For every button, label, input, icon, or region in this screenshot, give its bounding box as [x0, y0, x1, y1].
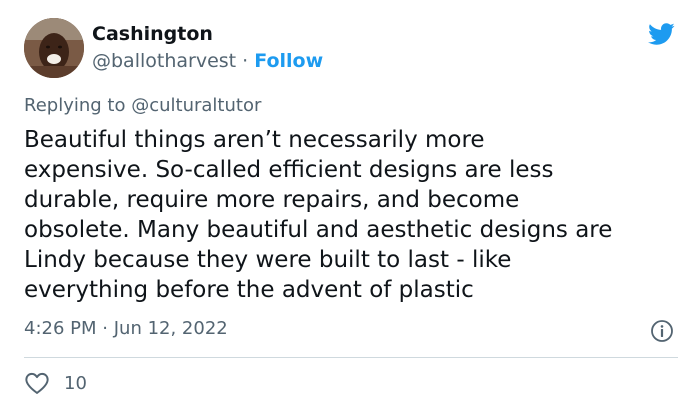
tweet-text-line: everything before the advent of plastic: [24, 277, 474, 303]
info-icon[interactable]: [650, 319, 674, 343]
twitter-bird-icon[interactable]: [645, 20, 677, 48]
tweet-card: Cashington @ballotharvest · Follow Reply…: [0, 0, 700, 410]
replying-to-mention[interactable]: @culturaltutor: [131, 95, 261, 116]
tweet-text-line: obsolete. Many beautiful and aesthetic d…: [24, 217, 613, 243]
replying-to: Replying to @culturaltutor: [24, 95, 261, 116]
tweet-timestamp[interactable]: 4:26 PM · Jun 12, 2022: [24, 318, 228, 339]
follow-button[interactable]: Follow: [254, 50, 323, 72]
heart-icon: [25, 372, 49, 394]
tweet-text-line: expensive. So-called efficient designs a…: [24, 157, 554, 183]
like-button[interactable]: 10: [24, 370, 87, 396]
timestamp-separator: ·: [102, 318, 108, 339]
tweet-text-line: Beautiful things aren’t necessarily more: [24, 127, 485, 153]
handle-separator: ·: [242, 50, 249, 72]
replying-to-prefix: Replying to: [24, 95, 126, 116]
author-handle[interactable]: @ballotharvest: [92, 50, 236, 72]
tweet-text-line: Lindy because they were built to last - …: [24, 247, 512, 273]
avatar[interactable]: [24, 18, 84, 78]
tweet-text: Beautiful things aren’t necessarily more…: [24, 125, 684, 305]
tweet-time: 4:26 PM: [24, 318, 97, 339]
author-handle-row: @ballotharvest · Follow: [92, 50, 323, 72]
like-count: 10: [64, 372, 87, 394]
tweet-date: Jun 12, 2022: [113, 318, 228, 339]
author-name[interactable]: Cashington: [92, 23, 213, 45]
divider: [24, 357, 678, 358]
tweet-text-line: durable, require more repairs, and becom…: [24, 187, 520, 213]
